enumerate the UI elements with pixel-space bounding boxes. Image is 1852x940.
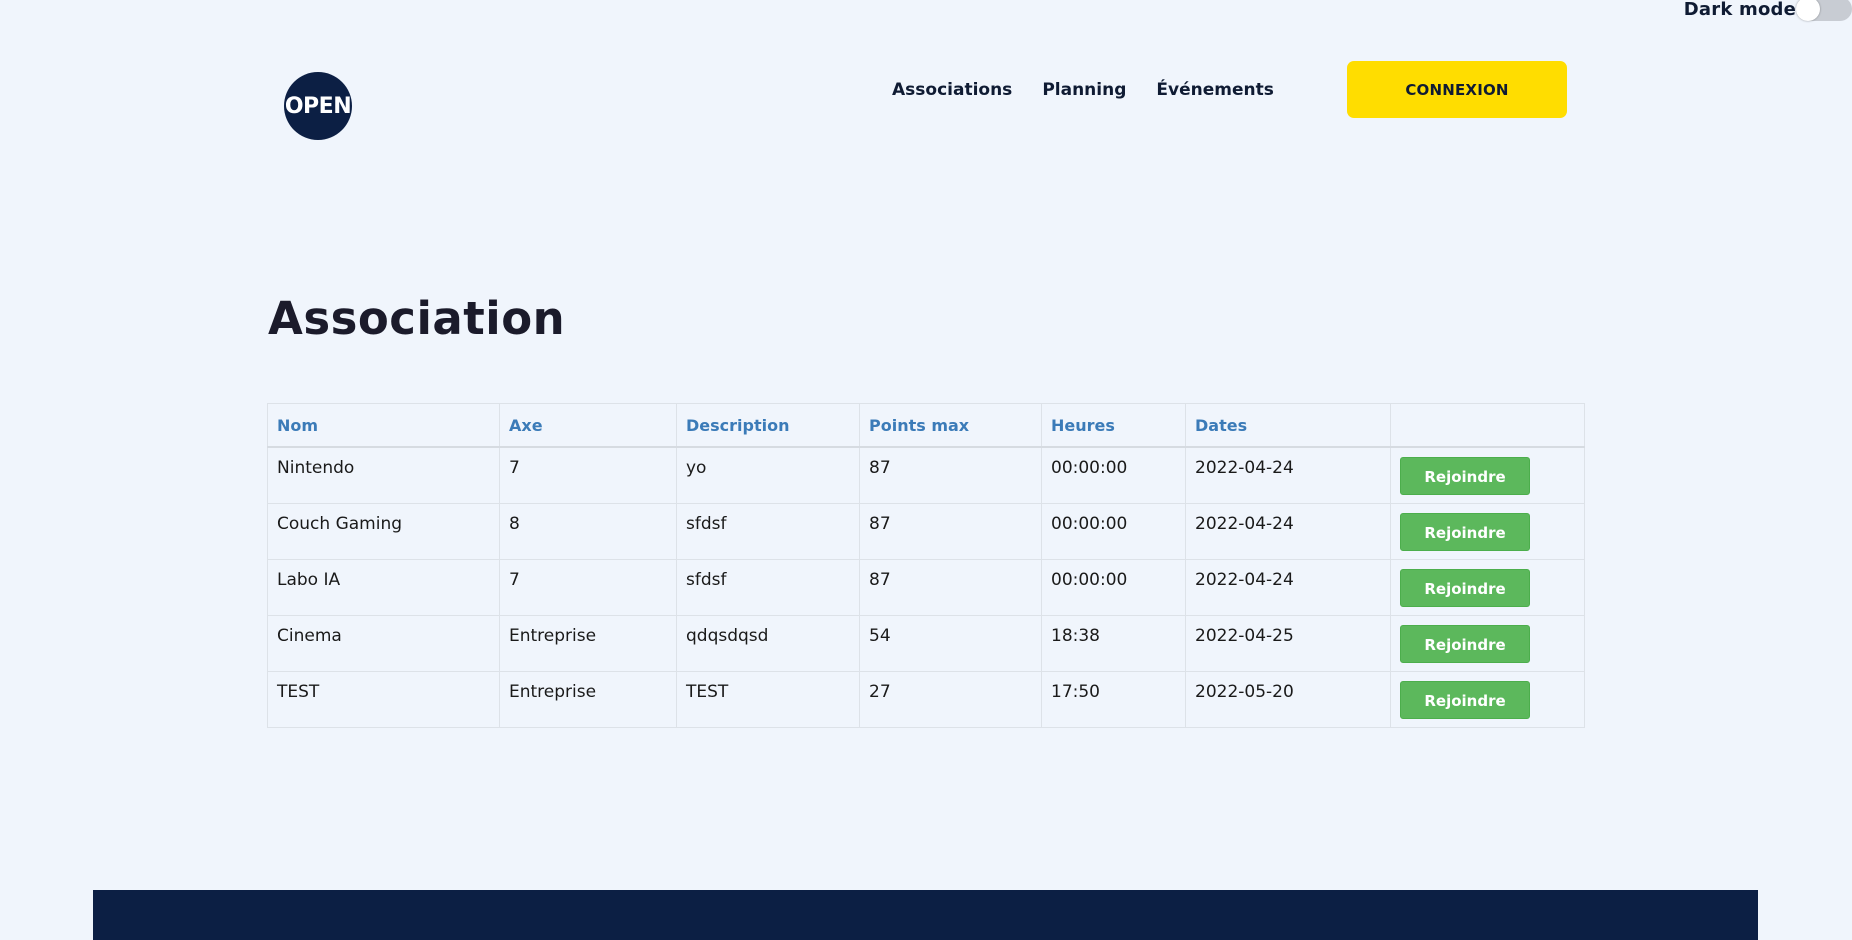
cell-nom: Nintendo [267, 446, 500, 504]
cell-description: yo [676, 446, 860, 504]
cell-action: Rejoindre [1390, 558, 1585, 616]
dark-mode-switch[interactable]: Dark mode [1683, 0, 1852, 21]
column-header-dates: Dates [1185, 403, 1391, 448]
cell-description: sfdsf [676, 502, 860, 560]
table-row: Couch Gaming 8 sfdsf 87 00:00:00 2022-04… [267, 502, 1585, 560]
nav-link-planning[interactable]: Planning [1042, 80, 1126, 100]
table-row: TEST Entreprise TEST 27 17:50 2022-05-20… [267, 670, 1585, 728]
page-title: Association [268, 292, 566, 345]
cell-nom: Couch Gaming [267, 502, 500, 560]
table-header-row: Nom Axe Description Points max Heures Da… [267, 403, 1585, 448]
cell-description: TEST [676, 670, 860, 728]
cell-heures: 00:00:00 [1041, 502, 1186, 560]
footer-band [93, 890, 1758, 940]
logo[interactable]: OPEN [284, 72, 352, 140]
cell-nom: TEST [267, 670, 500, 728]
column-header-axe: Axe [499, 403, 677, 448]
cell-action: Rejoindre [1390, 670, 1585, 728]
cell-dates: 2022-04-24 [1185, 502, 1391, 560]
table-row: Nintendo 7 yo 87 00:00:00 2022-04-24 Rej… [267, 446, 1585, 504]
associations-table-wrapper: Nom Axe Description Points max Heures Da… [267, 403, 1585, 728]
cell-nom: Labo IA [267, 558, 500, 616]
cell-action: Rejoindre [1390, 446, 1585, 504]
cell-dates: 2022-04-25 [1185, 614, 1391, 672]
cell-points-max: 87 [859, 558, 1042, 616]
cell-points-max: 27 [859, 670, 1042, 728]
cell-action: Rejoindre [1390, 502, 1585, 560]
cell-axe: Entreprise [499, 670, 677, 728]
nav-link-evenements[interactable]: Événements [1156, 80, 1273, 100]
cell-points-max: 54 [859, 614, 1042, 672]
cell-dates: 2022-05-20 [1185, 670, 1391, 728]
table-row: Labo IA 7 sfdsf 87 00:00:00 2022-04-24 R… [267, 558, 1585, 616]
cell-points-max: 87 [859, 446, 1042, 504]
logo-text: OPEN [284, 93, 352, 119]
cell-dates: 2022-04-24 [1185, 558, 1391, 616]
column-header-action [1390, 403, 1585, 448]
column-header-points-max: Points max [859, 403, 1042, 448]
cell-description: sfdsf [676, 558, 860, 616]
cell-heures: 17:50 [1041, 670, 1186, 728]
table-row: Cinema Entreprise qdqsdqsd 54 18:38 2022… [267, 614, 1585, 672]
join-button[interactable]: Rejoindre [1400, 624, 1530, 663]
cell-description: qdqsdqsd [676, 614, 860, 672]
cell-points-max: 87 [859, 502, 1042, 560]
join-button[interactable]: Rejoindre [1400, 512, 1530, 551]
dark-mode-toggle[interactable] [1796, 0, 1852, 21]
page: Dark mode OPEN Associations Planning Évé… [0, 0, 1852, 940]
login-button[interactable]: CONNEXION [1347, 61, 1567, 118]
associations-table: Nom Axe Description Points max Heures Da… [267, 403, 1585, 728]
nav-link-associations[interactable]: Associations [892, 80, 1012, 100]
column-header-heures: Heures [1041, 403, 1186, 448]
cell-nom: Cinema [267, 614, 500, 672]
cell-axe: 7 [499, 446, 677, 504]
cell-dates: 2022-04-24 [1185, 446, 1391, 504]
cell-axe: 7 [499, 558, 677, 616]
cell-action: Rejoindre [1390, 614, 1585, 672]
cell-axe: Entreprise [499, 614, 677, 672]
cell-heures: 00:00:00 [1041, 446, 1186, 504]
cell-heures: 00:00:00 [1041, 558, 1186, 616]
column-header-description: Description [676, 403, 860, 448]
cell-heures: 18:38 [1041, 614, 1186, 672]
column-header-nom: Nom [267, 403, 500, 448]
cell-axe: 8 [499, 502, 677, 560]
toggle-knob [1796, 0, 1820, 21]
dark-mode-label: Dark mode [1683, 0, 1796, 20]
join-button[interactable]: Rejoindre [1400, 457, 1530, 495]
join-button[interactable]: Rejoindre [1400, 680, 1530, 719]
join-button[interactable]: Rejoindre [1400, 568, 1530, 607]
main-nav: Associations Planning Événements [892, 61, 1304, 118]
